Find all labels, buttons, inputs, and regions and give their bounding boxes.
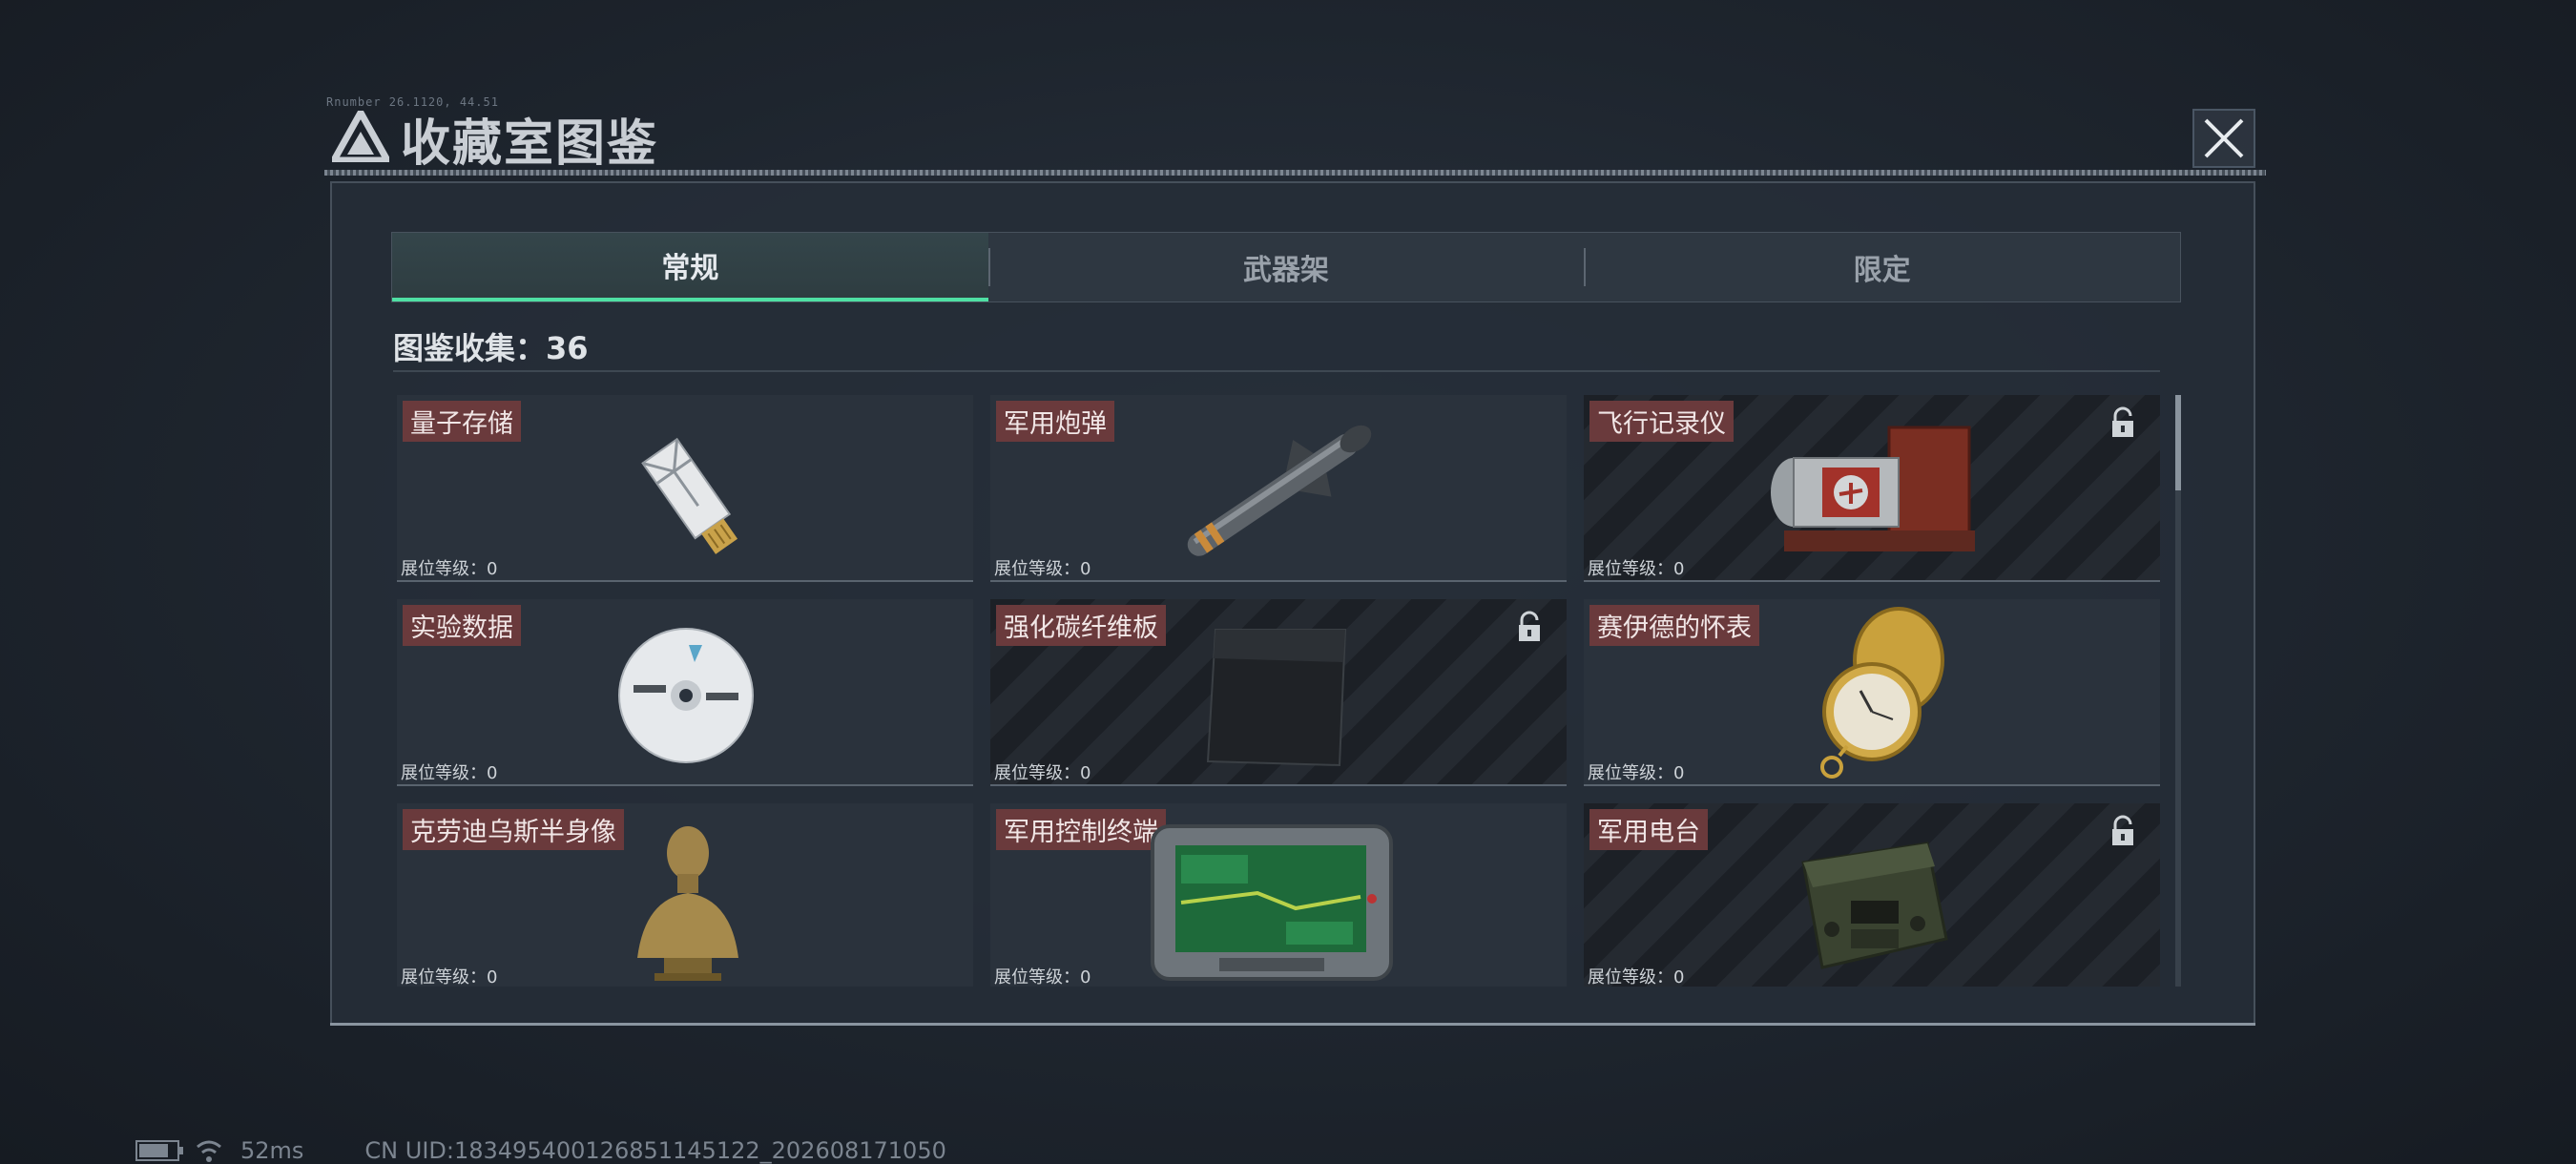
pocket-watch-icon	[1820, 607, 1944, 779]
card-title: 军用控制终端	[996, 809, 1166, 850]
collection-count: 图鉴收集：36	[393, 330, 589, 366]
disc-icon	[618, 628, 754, 763]
logo-icon	[332, 111, 389, 162]
battery-fill	[139, 1144, 168, 1157]
card-underline	[990, 580, 1567, 582]
card-title: 实验数据	[403, 605, 521, 646]
header-divider	[324, 170, 2266, 176]
tab-limited[interactable]: 限定	[1584, 233, 2180, 301]
missile-icon	[1187, 425, 1372, 556]
tab-bar: 常规 武器架 限定	[391, 232, 2181, 302]
grid-scrollbar[interactable]	[2175, 395, 2181, 987]
lock-icon	[1519, 611, 1540, 641]
booth-level: 展位等级：0	[401, 763, 498, 783]
military-radio-icon	[1801, 842, 1948, 969]
card-title: 飞行记录仪	[1589, 401, 1734, 442]
card-military-shell[interactable]: 军用炮弹 展位等级：0	[990, 395, 1567, 582]
lock-icon	[2112, 815, 2133, 845]
window-header: Rnumber 26.1120, 44.51 收藏室图鉴	[324, 95, 2266, 176]
card-experiment-data[interactable]: 实验数据 展位等级：0	[397, 599, 973, 786]
tab-regular[interactable]: 常规	[392, 233, 988, 301]
booth-level: 展位等级：0	[1588, 559, 1685, 579]
card-military-radio[interactable]: 军用电台 展位等级：0	[1584, 803, 2160, 987]
panel-bottom-border	[330, 1023, 2255, 1026]
card-flight-recorder[interactable]: 飞行记录仪 展位等级：0	[1584, 395, 2160, 582]
booth-level: 展位等级：0	[994, 967, 1091, 987]
booth-level: 展位等级：0	[1588, 763, 1685, 783]
status-bar: 52ms CN UID:183495400126851145122_202608…	[135, 1137, 946, 1164]
card-title: 军用电台	[1589, 809, 1708, 850]
booth-level: 展位等级：0	[401, 967, 498, 987]
card-title: 强化碳纤维板	[996, 605, 1166, 646]
card-underline	[397, 784, 973, 786]
card-saeed-pocket-watch[interactable]: 赛伊德的怀表 展位等级：0	[1584, 599, 2160, 786]
page-title: 收藏室图鉴	[401, 115, 659, 173]
wifi-icon	[197, 1140, 221, 1162]
booth-level: 展位等级：0	[401, 559, 498, 579]
card-carbon-fiber-plate[interactable]: 强化碳纤维板 展位等级：0	[990, 599, 1567, 786]
card-quantum-storage[interactable]: 量子存储 展位等级：0	[397, 395, 973, 582]
bust-icon	[637, 826, 738, 981]
card-title: 量子存储	[403, 401, 521, 442]
booth-level: 展位等级：0	[994, 559, 1091, 579]
booth-level: 展位等级：0	[994, 763, 1091, 783]
close-icon	[2204, 118, 2244, 158]
card-military-control-terminal[interactable]: 军用控制终端 展位等级：0	[990, 803, 1567, 987]
card-underline	[990, 784, 1567, 786]
usb-drive-icon	[641, 437, 738, 554]
card-title: 克劳迪乌斯半身像	[403, 809, 624, 850]
tab-weapon-rack[interactable]: 武器架	[987, 233, 1585, 301]
collection-grid: 量子存储 展位等级：0 军用炮弹 展位等级：0 飞行记录仪 展位等级：0 实验数…	[397, 395, 2160, 987]
card-claudius-bust[interactable]: 克劳迪乌斯半身像 展位等级：0	[397, 803, 973, 987]
user-uid: CN UID:183495400126851145122_20260817105…	[364, 1137, 946, 1164]
card-underline	[1584, 580, 2160, 582]
card-title: 赛伊德的怀表	[1589, 605, 1759, 646]
booth-level: 展位等级：0	[1588, 967, 1685, 987]
battery-icon	[135, 1140, 183, 1161]
divider	[393, 370, 2160, 372]
control-terminal-icon	[1151, 824, 1393, 981]
lock-icon	[2112, 406, 2133, 437]
ping-value: 52ms	[240, 1137, 304, 1164]
scroll-thumb[interactable]	[2175, 395, 2181, 490]
card-underline	[1584, 784, 2160, 786]
card-underline	[397, 580, 973, 582]
flight-recorder-icon	[1771, 426, 1975, 551]
close-button[interactable]	[2192, 109, 2255, 168]
carbon-plate-icon	[1206, 629, 1347, 767]
card-title: 军用炮弹	[996, 401, 1114, 442]
